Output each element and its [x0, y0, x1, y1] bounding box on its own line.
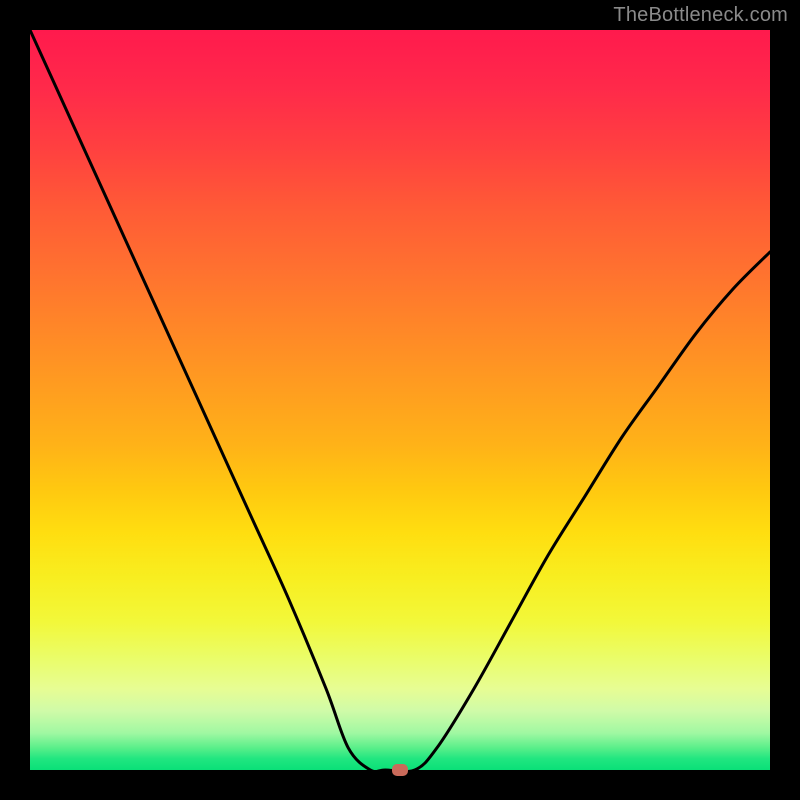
- chart-frame: TheBottleneck.com: [0, 0, 800, 800]
- optimum-marker: [392, 764, 408, 776]
- bottleneck-curve: [30, 30, 770, 770]
- plot-area: [30, 30, 770, 770]
- watermark-text: TheBottleneck.com: [613, 4, 788, 27]
- curve-svg: [30, 30, 770, 770]
